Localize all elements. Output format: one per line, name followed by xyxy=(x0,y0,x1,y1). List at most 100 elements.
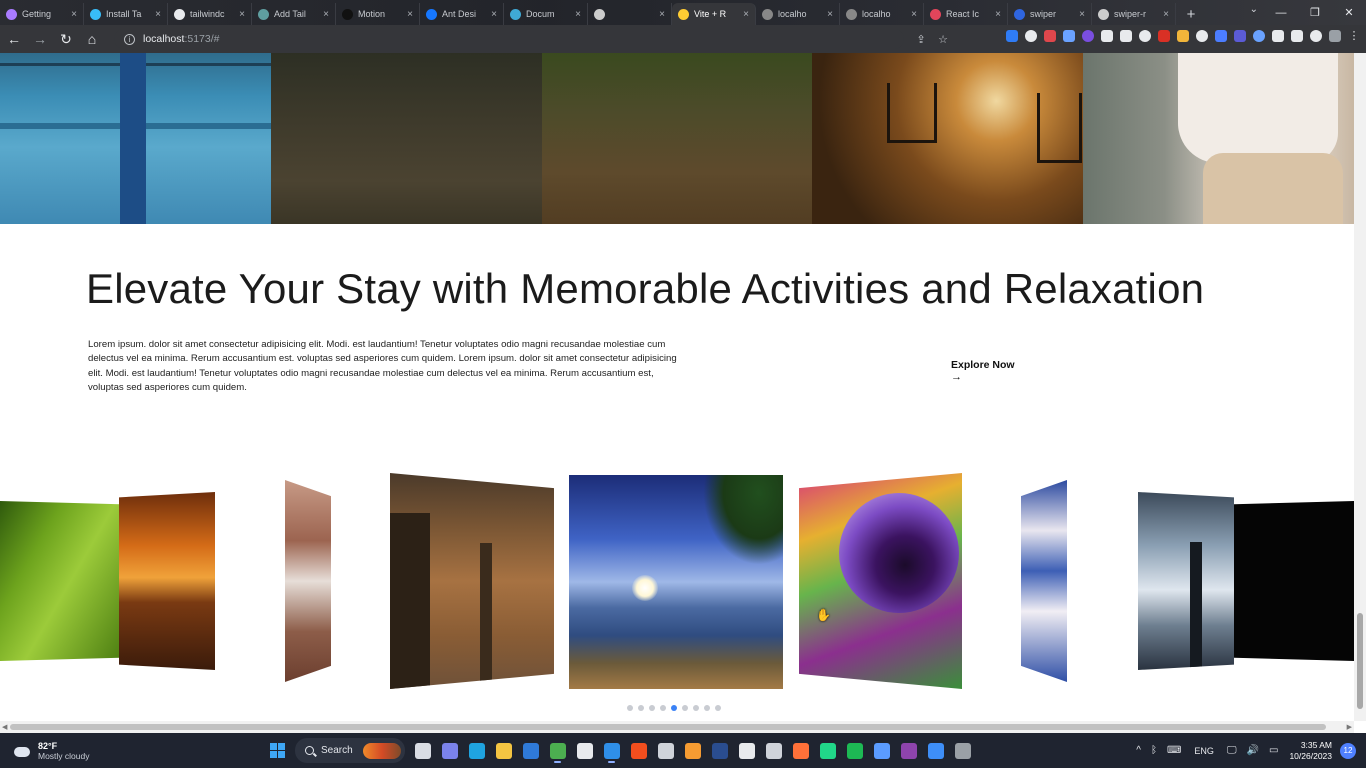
explore-now-link[interactable]: Explore Now → xyxy=(951,355,1015,383)
unity-taskbar-button[interactable] xyxy=(652,738,679,763)
rock-slide[interactable] xyxy=(285,480,331,682)
link-ext-icon[interactable] xyxy=(1063,29,1075,42)
orchid-slide[interactable] xyxy=(1021,480,1067,682)
sublime-taskbar-button[interactable] xyxy=(679,738,706,763)
file-ext-icon[interactable] xyxy=(1253,29,1265,42)
pagination-dot[interactable] xyxy=(693,705,699,711)
white-ext-icon[interactable] xyxy=(1196,29,1208,42)
close-tab-icon[interactable]: × xyxy=(1079,9,1085,20)
pagination-dot[interactable] xyxy=(715,705,721,711)
back-button[interactable]: ← xyxy=(2,27,26,51)
browser-tab[interactable]: Install Ta × xyxy=(84,3,168,25)
home-button[interactable]: ⌂ xyxy=(80,27,104,51)
grass-slide[interactable] xyxy=(0,501,120,661)
close-window-button[interactable]: ✕ xyxy=(1332,6,1366,19)
horizontal-scrollbar[interactable]: ◀ ▶ xyxy=(0,721,1354,733)
beach-slide[interactable] xyxy=(569,475,783,689)
scroll-right-icon[interactable]: ▶ xyxy=(1347,723,1352,731)
firefox-taskbar-button[interactable] xyxy=(787,738,814,763)
minimize-button[interactable]: — xyxy=(1264,7,1298,19)
photos-taskbar-button[interactable] xyxy=(922,738,949,763)
address-bar[interactable]: i localhost:5173/# xyxy=(114,29,904,49)
settings-taskbar-button[interactable] xyxy=(949,738,976,763)
reload-button[interactable]: ↻ xyxy=(54,27,78,51)
teams-chat-taskbar-button[interactable] xyxy=(436,738,463,763)
notification-badge[interactable]: 12 xyxy=(1340,742,1356,759)
pin-ext-icon[interactable] xyxy=(1272,29,1284,42)
vscode-taskbar-button[interactable] xyxy=(598,738,625,763)
browser-menu-icon[interactable]: ⋮ xyxy=(1348,29,1360,42)
weather-widget[interactable]: 82°F Mostly cloudy xyxy=(12,741,90,761)
browser-tab[interactable]: Getting × xyxy=(0,3,84,25)
close-tab-icon[interactable]: × xyxy=(1163,9,1169,20)
vertical-scrollbar[interactable] xyxy=(1354,53,1366,721)
browser-tab[interactable]: swiper × xyxy=(1008,3,1092,25)
new-tab-button[interactable]: + xyxy=(1180,3,1202,25)
browser-tab[interactable]: localho × xyxy=(756,3,840,25)
keyboard-icon[interactable]: ⌨ xyxy=(1167,745,1181,756)
box-ext-icon[interactable] xyxy=(1101,29,1113,42)
pagination-dot[interactable] xyxy=(638,705,644,711)
vertical-scroll-thumb[interactable] xyxy=(1357,613,1363,709)
pagination-dot[interactable] xyxy=(682,705,688,711)
chrome-taskbar-button[interactable] xyxy=(544,738,571,763)
autumn-tree-slide[interactable] xyxy=(390,473,554,689)
terminal-taskbar-button[interactable] xyxy=(706,738,733,763)
browser-tab[interactable]: React Ic × xyxy=(924,3,1008,25)
pagination-dot[interactable] xyxy=(660,705,666,711)
hs-taskbar-button[interactable] xyxy=(733,738,760,763)
vs-taskbar-button[interactable] xyxy=(895,738,922,763)
start-button[interactable] xyxy=(264,738,291,763)
download-ext-icon[interactable] xyxy=(1120,29,1132,42)
store-taskbar-button[interactable] xyxy=(571,738,598,763)
bluetooth-icon[interactable]: ᛒ xyxy=(1151,745,1157,756)
close-tab-icon[interactable]: × xyxy=(239,9,245,20)
close-tab-icon[interactable]: × xyxy=(827,9,833,20)
coverflow-slider[interactable] xyxy=(0,463,1354,713)
close-tab-icon[interactable]: × xyxy=(71,9,77,20)
dark-slide[interactable] xyxy=(1234,501,1354,661)
taskbar-search[interactable]: Search xyxy=(295,738,405,763)
spotify-taskbar-button[interactable] xyxy=(841,738,868,763)
browser-tab[interactable]: Vite + R × xyxy=(672,3,756,25)
browser-tab[interactable]: Add Tail × xyxy=(252,3,336,25)
cloud-tree-slide[interactable] xyxy=(1138,492,1234,670)
browser-tab[interactable]: Docum × xyxy=(504,3,588,25)
yellow-ext-icon[interactable] xyxy=(1177,29,1189,42)
purple-ext-icon[interactable] xyxy=(1082,29,1094,42)
close-tab-icon[interactable]: × xyxy=(491,9,497,20)
bookmark-star-icon[interactable]: ☆ xyxy=(932,33,954,46)
close-tab-icon[interactable]: × xyxy=(743,9,749,20)
browser-tab[interactable]: localho × xyxy=(840,3,924,25)
pagination-dot[interactable] xyxy=(671,705,677,711)
edge-taskbar-button[interactable] xyxy=(463,738,490,763)
chat-ext-icon[interactable] xyxy=(1025,29,1037,42)
close-tab-icon[interactable]: × xyxy=(323,9,329,20)
site-info-icon[interactable]: i xyxy=(124,33,135,45)
language-indicator[interactable]: ENG xyxy=(1194,746,1214,756)
puzzle-ext-icon[interactable] xyxy=(1291,29,1303,42)
network-icon[interactable]: 🖵 xyxy=(1227,745,1237,756)
gpt-ext-icon[interactable] xyxy=(1234,29,1246,42)
figma-taskbar-button[interactable] xyxy=(625,738,652,763)
file-explorer-taskbar-taskbar-button[interactable] xyxy=(409,738,436,763)
box3d-taskbar-button[interactable] xyxy=(868,738,895,763)
close-tab-icon[interactable]: × xyxy=(575,9,581,20)
browser-tab[interactable]: Motion × xyxy=(336,3,420,25)
restore-button[interactable]: ❐ xyxy=(1298,6,1332,19)
battery-icon[interactable]: ▭ xyxy=(1269,745,1278,756)
close-tab-icon[interactable]: × xyxy=(659,9,665,20)
horizontal-scroll-thumb[interactable] xyxy=(10,724,1326,730)
share-icon[interactable]: ⇪ xyxy=(910,33,932,46)
browser-tab[interactable]: × xyxy=(588,3,672,25)
pagination-dot[interactable] xyxy=(627,705,633,711)
tool-taskbar-button[interactable] xyxy=(760,738,787,763)
red-ext-icon[interactable] xyxy=(1158,29,1170,42)
pagination-dot[interactable] xyxy=(649,705,655,711)
browser-tab[interactable]: swiper-r × xyxy=(1092,3,1176,25)
volume-icon[interactable]: 🔊 xyxy=(1247,745,1259,756)
close-tab-icon[interactable]: × xyxy=(995,9,1001,20)
blue-ext-icon[interactable] xyxy=(1215,29,1227,42)
pansy-slide[interactable] xyxy=(799,473,962,689)
tab-search-icon[interactable]: ⌄ xyxy=(1250,4,1258,15)
